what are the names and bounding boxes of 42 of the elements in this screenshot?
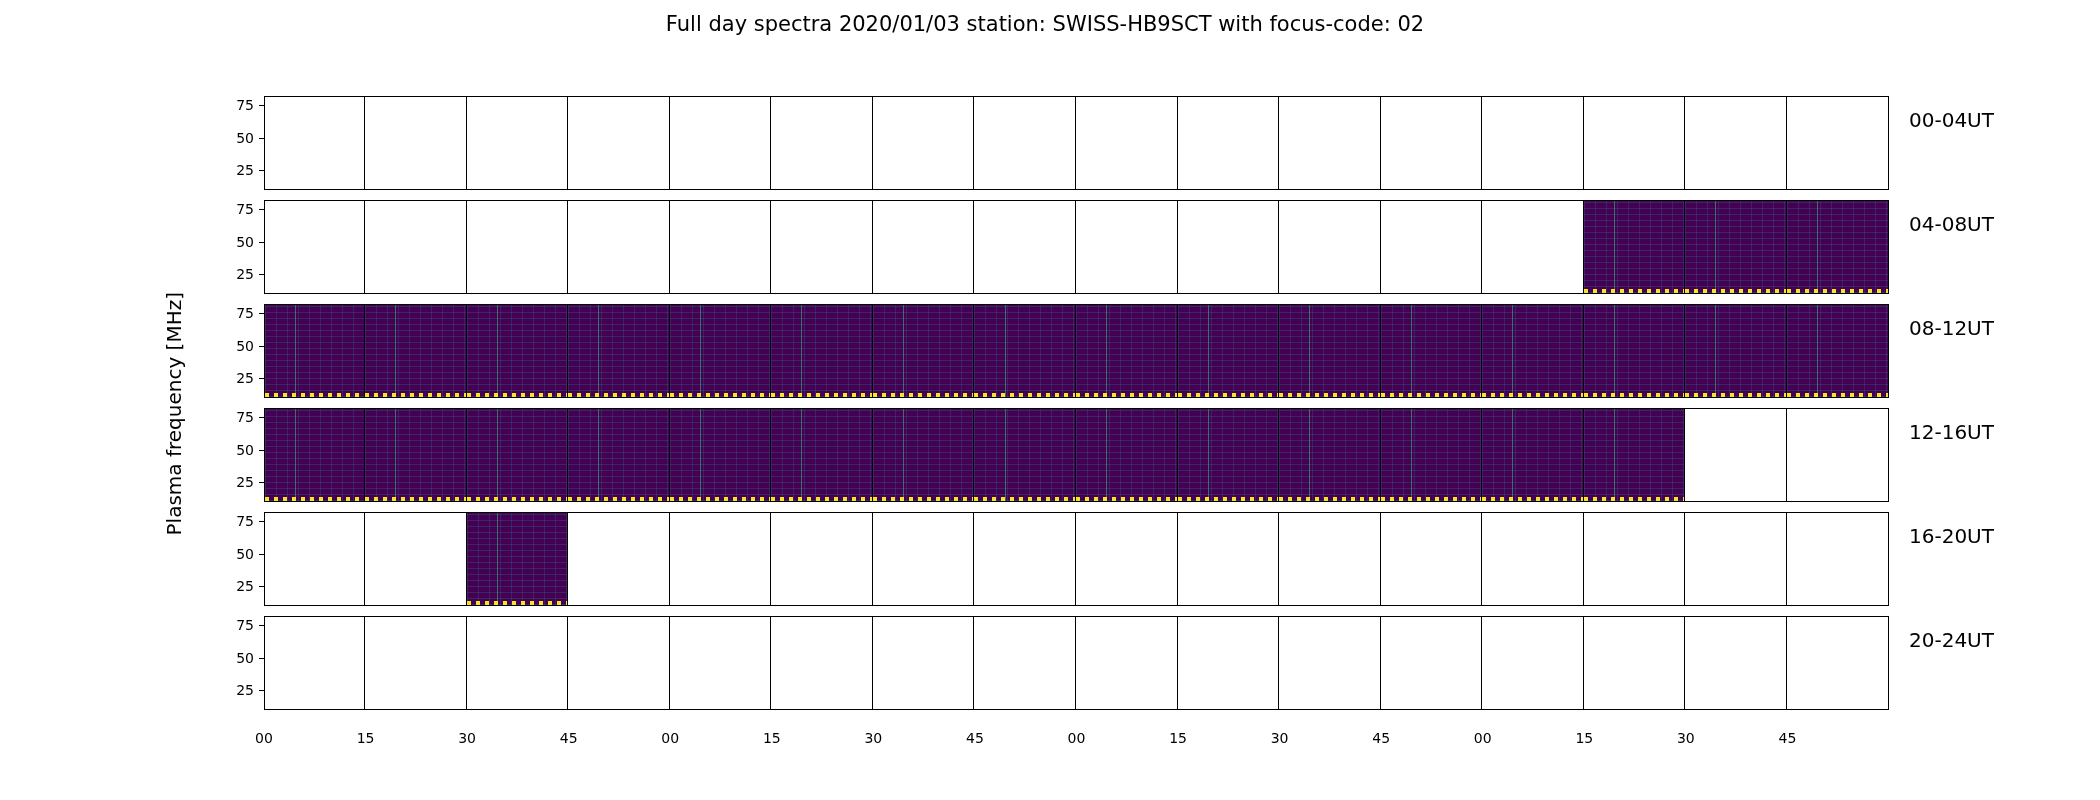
tick-label: 45 — [559, 730, 578, 746]
tick-label: 50 — [236, 546, 254, 561]
row-label: 08-12UT — [1908, 315, 1994, 342]
tick-label: 50 — [236, 338, 254, 353]
tick-label: 50 — [236, 130, 254, 145]
row-label: 12-16UT — [1908, 419, 1994, 446]
tick-label: 75 — [236, 98, 254, 113]
tick-label: 30 — [458, 730, 477, 746]
tick-label: 45 — [1778, 730, 1797, 746]
axis-label: Plasma frequency [MHz] — [162, 291, 186, 537]
tick-label: 25 — [236, 579, 254, 594]
tick-label: 00 — [1473, 730, 1492, 746]
tick-label: 45 — [1372, 730, 1391, 746]
tick-label: 75 — [236, 410, 254, 425]
tick-label: 25 — [236, 163, 254, 178]
tick-label: 15 — [1169, 730, 1187, 746]
tick-label: 00 — [1067, 730, 1086, 746]
row-label: 04-08UT — [1908, 211, 1994, 238]
tick-label: 25 — [236, 267, 254, 282]
tick-label: 15 — [1575, 730, 1594, 746]
tick-label: 50 — [236, 442, 254, 457]
tick-label: 75 — [236, 202, 254, 217]
tick-label: 30 — [1270, 730, 1289, 746]
tick-label: 75 — [236, 514, 254, 529]
tick-label: 00 — [255, 730, 273, 746]
tick-label: 25 — [236, 683, 254, 698]
tick-label: 15 — [356, 730, 375, 746]
row-label: 16-20UT — [1908, 523, 1994, 550]
tick-label: 15 — [762, 730, 781, 746]
tick-label: 50 — [236, 234, 254, 249]
tick-label: 45 — [966, 730, 984, 746]
tick-label: 00 — [661, 730, 680, 746]
figure-title: Full day spectra 2020/01/03 station: SWISS-HB9SCT with focus-code: 02 — [664, 11, 1426, 38]
tick-label: 30 — [1676, 730, 1695, 746]
row-label: 20-24UT — [1908, 627, 1994, 654]
row-label: 00-04UT — [1908, 107, 1994, 134]
tick-label: 75 — [236, 618, 254, 633]
tick-label: 75 — [236, 306, 254, 321]
tick-label: 50 — [236, 650, 254, 665]
tick-label: 30 — [864, 730, 883, 746]
tick-label: 25 — [236, 475, 254, 490]
tick-label: 25 — [236, 371, 254, 386]
